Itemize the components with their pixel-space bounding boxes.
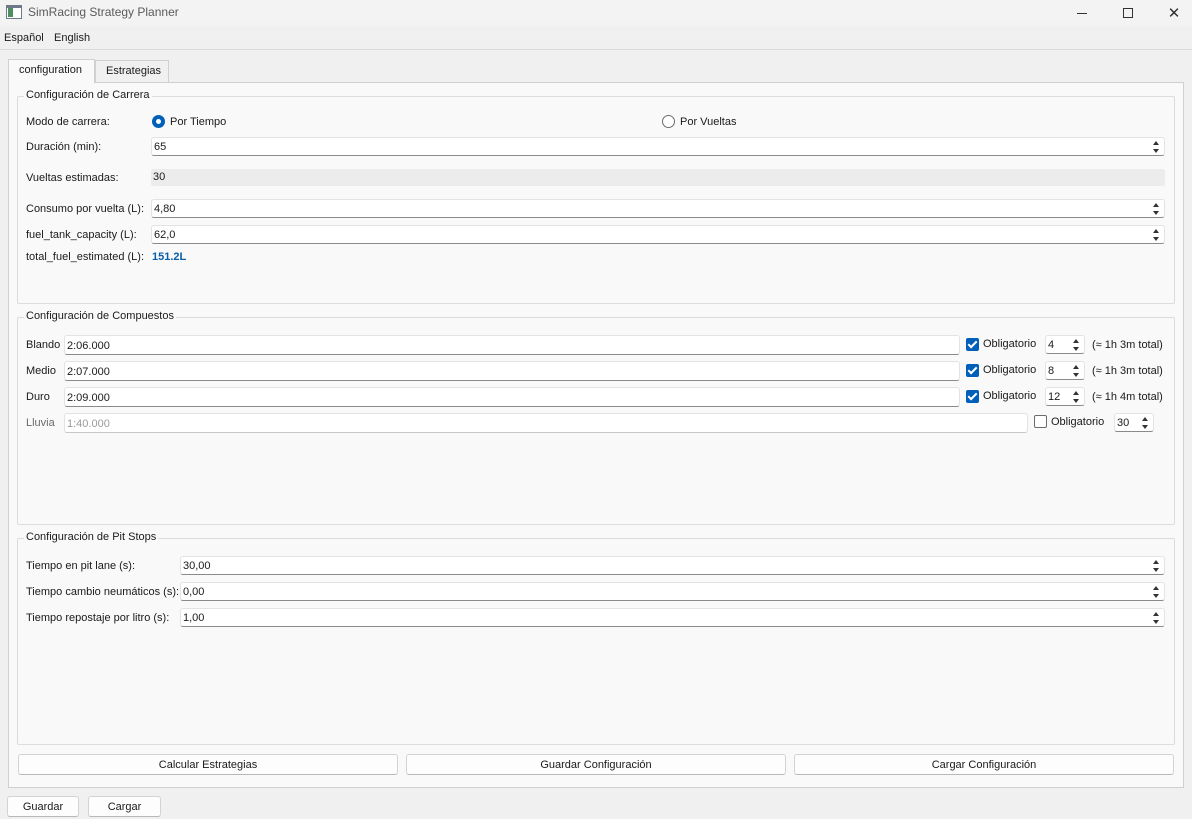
duration-spinbox[interactable]: 65 [151, 137, 1165, 156]
spin-arrows-icon[interactable] [1152, 585, 1161, 599]
refuel-time-label: Tiempo repostaje por litro (s): [26, 612, 170, 624]
spin-arrows-icon[interactable] [1152, 228, 1161, 242]
compound-total: (≈ 1h 3m total) [1092, 339, 1163, 351]
compound-laps-value: 8 [1048, 365, 1055, 377]
load-config-button[interactable]: Cargar Configuración [794, 754, 1174, 775]
total-fuel-label: total_fuel_estimated (L): [26, 251, 145, 263]
compounds-title: Configuración de Compuestos [24, 310, 176, 322]
compound-name: Duro [26, 391, 50, 403]
compound-total: (≈ 1h 3m total) [1092, 365, 1163, 377]
mandatory-label[interactable]: Obligatorio [983, 390, 1036, 402]
save-config-button[interactable]: Guardar Configuración [406, 754, 786, 775]
pitlane-label: Tiempo en pit lane (s): [26, 560, 136, 572]
pit-stops-title: Configuración de Pit Stops [24, 531, 159, 543]
spin-arrows-icon[interactable] [1152, 611, 1161, 625]
compound-laps-value: 30 [1117, 417, 1130, 429]
compound-name: Lluvia [26, 417, 55, 429]
tab-configuration[interactable]: configuration [8, 59, 95, 83]
title-bar: SimRacing Strategy Planner ✕ [0, 0, 1192, 26]
refuel-time-value: 1,00 [183, 612, 205, 624]
menu-bar: Español English [0, 28, 1192, 48]
menu-divider [0, 49, 1192, 50]
consumption-label: Consumo por vuelta (L): [26, 203, 144, 215]
est-laps-field: 30 [151, 169, 1165, 186]
maximize-icon [1123, 8, 1133, 18]
compound-time-input[interactable]: 2:07.000 [64, 361, 960, 381]
race-mode-label: Modo de carrera: [26, 116, 110, 128]
close-button[interactable]: ✕ [1151, 0, 1192, 26]
spin-arrows-icon[interactable] [1152, 140, 1161, 154]
tank-capacity-spinbox[interactable]: 62,0 [151, 225, 1165, 244]
minimize-icon [1077, 12, 1087, 14]
pitlane-spinbox[interactable]: 30,00 [180, 556, 1165, 575]
spin-arrows-icon[interactable] [1141, 416, 1150, 430]
tank-capacity-label: fuel_tank_capacity (L): [26, 229, 137, 241]
compound-time-value: 2:06.000 [67, 340, 110, 352]
minimize-button[interactable] [1059, 0, 1105, 26]
pitlane-value: 30,00 [183, 560, 211, 572]
spin-arrows-icon[interactable] [1152, 202, 1161, 216]
menu-espanol[interactable]: Español [4, 32, 44, 44]
compound-laps-spinbox[interactable]: 8 [1045, 361, 1085, 380]
mandatory-label[interactable]: Obligatorio [983, 364, 1036, 376]
mandatory-label[interactable]: Obligatorio [1051, 416, 1104, 428]
consumption-spinbox[interactable]: 4,80 [151, 199, 1165, 218]
compound-laps-value: 12 [1048, 391, 1061, 403]
race-config-title: Configuración de Carrera [24, 89, 152, 101]
compound-laps-value: 4 [1048, 339, 1055, 351]
radio-por-tiempo[interactable] [152, 115, 165, 128]
radio-por-vueltas-label[interactable]: Por Vueltas [680, 116, 736, 128]
compound-laps-spinbox[interactable]: 12 [1045, 387, 1085, 406]
spin-arrows-icon[interactable] [1072, 364, 1081, 378]
calculate-strategies-button[interactable]: Calcular Estrategias [18, 754, 398, 775]
app-icon [6, 5, 22, 19]
mandatory-checkbox[interactable] [966, 338, 979, 351]
tyre-change-value: 0,00 [183, 586, 205, 598]
est-laps-value: 30 [153, 171, 166, 183]
consumption-value: 4,80 [154, 203, 176, 215]
window-title: SimRacing Strategy Planner [28, 5, 179, 19]
compound-time-value: 2:09.000 [67, 392, 110, 404]
compound-time-input[interactable]: 2:09.000 [64, 387, 960, 407]
total-fuel-value: 151.2L [152, 251, 187, 263]
save-button[interactable]: Guardar [7, 796, 79, 817]
menu-english[interactable]: English [54, 32, 90, 44]
tyre-change-label: Tiempo cambio neumáticos (s): [26, 586, 180, 598]
est-laps-label: Vueltas estimadas: [26, 172, 119, 184]
mandatory-checkbox[interactable] [966, 364, 979, 377]
spin-arrows-icon[interactable] [1072, 390, 1081, 404]
close-icon: ✕ [1167, 4, 1181, 22]
tyre-change-spinbox[interactable]: 0,00 [180, 582, 1165, 601]
duration-label: Duración (min): [26, 141, 102, 153]
compound-time-value: 1:40.000 [67, 418, 110, 430]
duration-value: 65 [154, 141, 167, 153]
tab-estrategias[interactable]: Estrategias [95, 60, 169, 82]
radio-por-vueltas[interactable] [662, 115, 675, 128]
compound-total: (≈ 1h 4m total) [1092, 391, 1163, 403]
spin-arrows-icon[interactable] [1152, 559, 1161, 573]
compound-laps-spinbox[interactable]: 30 [1114, 413, 1154, 432]
maximize-button[interactable] [1105, 0, 1151, 26]
compound-laps-spinbox[interactable]: 4 [1045, 335, 1085, 354]
tank-capacity-value: 62,0 [154, 229, 176, 241]
radio-por-tiempo-label[interactable]: Por Tiempo [170, 116, 226, 128]
mandatory-checkbox[interactable] [966, 390, 979, 403]
refuel-time-spinbox[interactable]: 1,00 [180, 608, 1165, 627]
compound-time-value: 2:07.000 [67, 366, 110, 378]
compound-name: Medio [26, 365, 56, 377]
spin-arrows-icon[interactable] [1072, 338, 1081, 352]
compound-time-input[interactable]: 1:40.000 [64, 413, 1028, 433]
load-button[interactable]: Cargar [88, 796, 161, 817]
compound-time-input[interactable]: 2:06.000 [64, 335, 960, 355]
compound-name: Blando [26, 339, 61, 351]
mandatory-checkbox[interactable] [1034, 415, 1047, 428]
mandatory-label[interactable]: Obligatorio [983, 338, 1036, 350]
